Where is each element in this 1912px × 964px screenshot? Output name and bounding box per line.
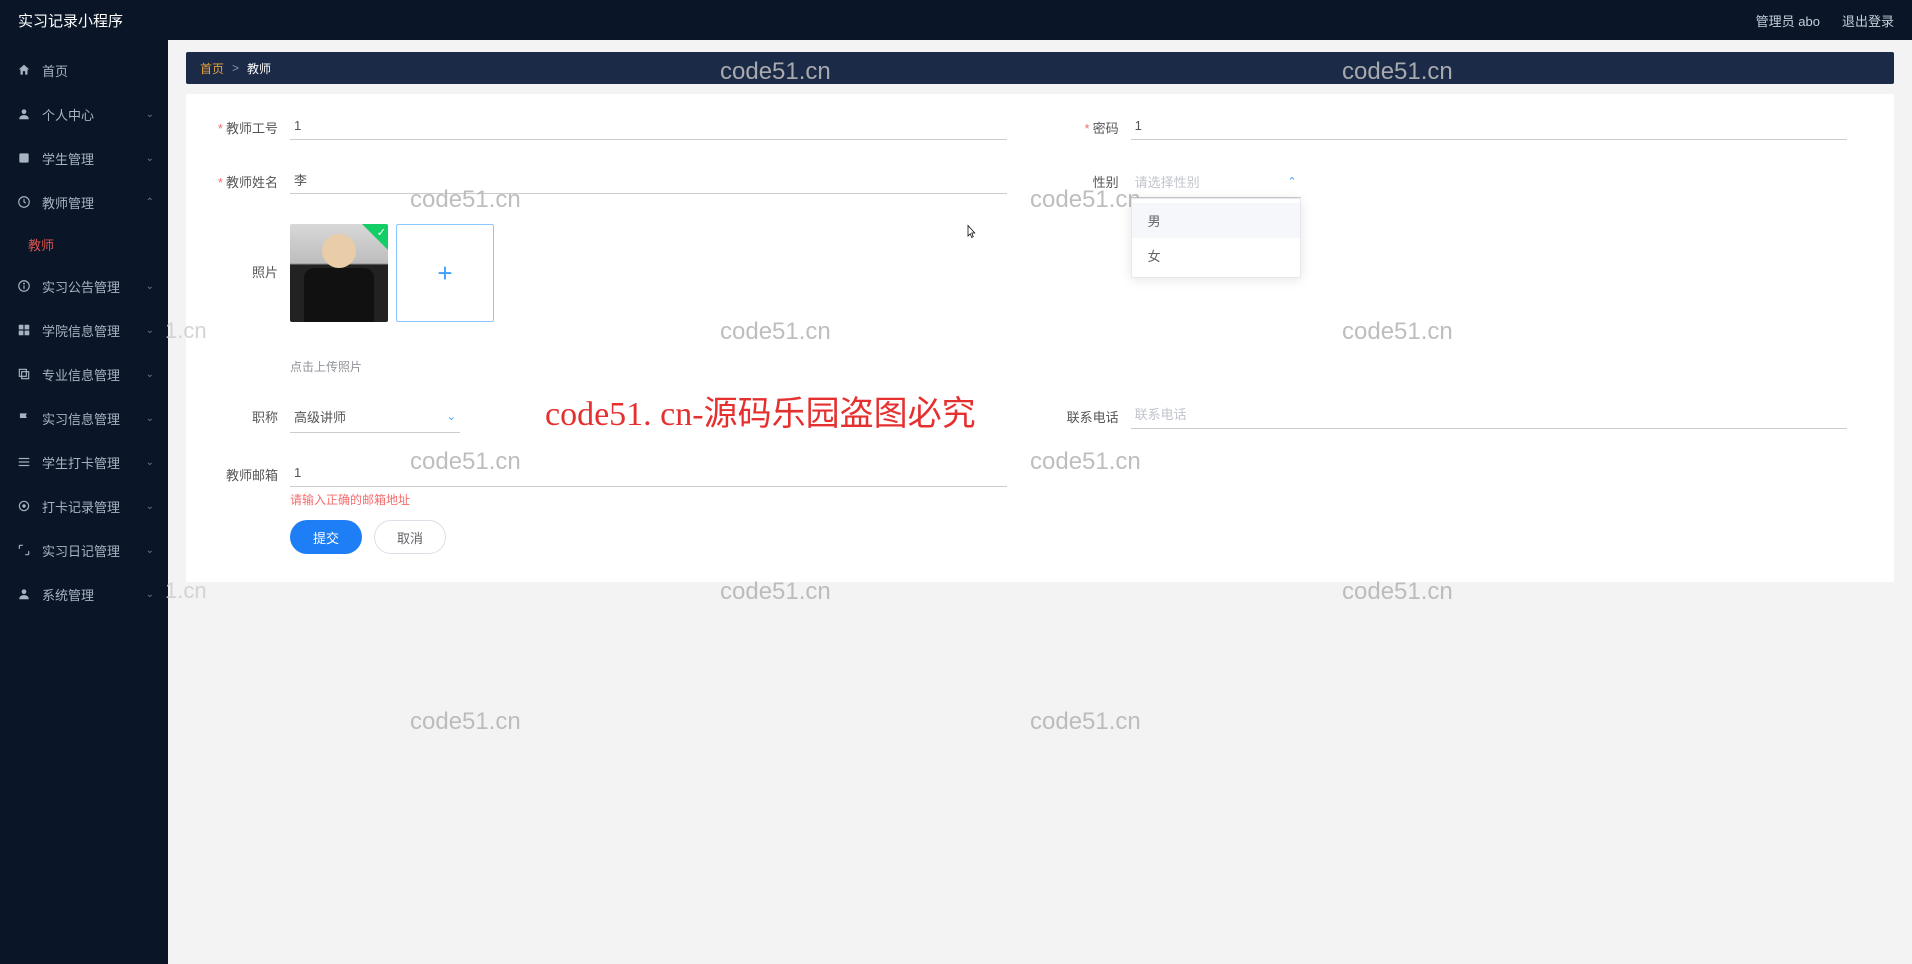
app-title: 实习记录小程序 bbox=[18, 10, 123, 31]
copy-icon bbox=[16, 366, 32, 382]
input-phone[interactable] bbox=[1131, 401, 1848, 429]
nav-college-mgmt[interactable]: 学院信息管理 ⌄ bbox=[0, 308, 168, 352]
sidebar: 首页 个人中心 ⌄ 学生管理 ⌄ 教师管理 ⌃ 教师 实习公告管理 ⌄ 学院信息… bbox=[0, 40, 168, 964]
nav-label: 专业信息管理 bbox=[42, 365, 120, 384]
chevron-down-icon: ⌄ bbox=[146, 501, 154, 512]
breadcrumb-sep: > bbox=[232, 61, 239, 75]
nav-label: 学生管理 bbox=[42, 149, 94, 168]
chevron-down-icon: ⌄ bbox=[146, 325, 154, 336]
field-gender: 性别 请选择性别 ⌃ 男 女 bbox=[1047, 166, 1848, 198]
clock-icon bbox=[16, 194, 32, 210]
label-title: 职称 bbox=[206, 401, 278, 426]
nav-label: 个人中心 bbox=[42, 105, 94, 124]
uploaded-photo[interactable] bbox=[290, 224, 388, 322]
user-icon bbox=[16, 586, 32, 602]
field-password: *密码 bbox=[1047, 112, 1848, 140]
home-icon bbox=[16, 62, 32, 78]
submit-button[interactable]: 提交 bbox=[290, 520, 362, 554]
dropdown-option-male[interactable]: 男 bbox=[1132, 203, 1300, 238]
current-user[interactable]: 管理员 abo bbox=[1756, 11, 1820, 30]
breadcrumb-home[interactable]: 首页 bbox=[200, 60, 224, 77]
nav-checkin-mgmt[interactable]: 学生打卡管理 ⌄ bbox=[0, 440, 168, 484]
field-teacher-name: *教师姓名 bbox=[206, 166, 1007, 194]
input-password[interactable] bbox=[1131, 112, 1848, 140]
logout-link[interactable]: 退出登录 bbox=[1842, 11, 1894, 30]
nav-diary-mgmt[interactable]: 实习日记管理 ⌄ bbox=[0, 528, 168, 572]
folder-icon bbox=[16, 150, 32, 166]
nav-label: 系统管理 bbox=[42, 585, 94, 604]
list-icon bbox=[16, 454, 32, 470]
breadcrumb: 首页 > 教师 bbox=[186, 52, 1894, 84]
label-teacher-id: *教师工号 bbox=[206, 112, 278, 137]
photo-hint: 点击上传照片 bbox=[290, 358, 1007, 375]
dropdown-option-female[interactable]: 女 bbox=[1132, 238, 1300, 273]
chevron-up-icon: ⌃ bbox=[1287, 175, 1296, 188]
user-icon bbox=[16, 106, 32, 122]
select-title[interactable]: 高级讲师 ⌄ bbox=[290, 401, 460, 433]
label-teacher-name: *教师姓名 bbox=[206, 166, 278, 191]
nav-label: 实习日记管理 bbox=[42, 541, 120, 560]
plus-icon: + bbox=[437, 258, 452, 289]
chevron-down-icon: ⌄ bbox=[146, 589, 154, 600]
topbar-right: 管理员 abo 退出登录 bbox=[1756, 11, 1894, 30]
chevron-down-icon: ⌄ bbox=[146, 281, 154, 292]
nav-label: 打卡记录管理 bbox=[42, 497, 120, 516]
nav-intern-info-mgmt[interactable]: 实习信息管理 ⌄ bbox=[0, 396, 168, 440]
chevron-down-icon: ⌄ bbox=[146, 413, 154, 424]
label-phone: 联系电话 bbox=[1047, 401, 1119, 426]
breadcrumb-current: 教师 bbox=[247, 60, 271, 77]
chevron-down-icon: ⌄ bbox=[146, 457, 154, 468]
label-gender: 性别 bbox=[1047, 166, 1119, 191]
nav-major-mgmt[interactable]: 专业信息管理 ⌄ bbox=[0, 352, 168, 396]
field-email: 教师邮箱 请输入正确的邮箱地址 bbox=[206, 459, 1007, 508]
input-teacher-name[interactable] bbox=[290, 166, 1007, 194]
nav-label: 实习公告管理 bbox=[42, 277, 120, 296]
nav-label: 实习信息管理 bbox=[42, 409, 120, 428]
expand-icon bbox=[16, 542, 32, 558]
nav-system-mgmt[interactable]: 系统管理 ⌄ bbox=[0, 572, 168, 616]
nav-personal-center[interactable]: 个人中心 ⌄ bbox=[0, 92, 168, 136]
chevron-down-icon: ⌄ bbox=[146, 369, 154, 380]
field-title: 职称 高级讲师 ⌄ bbox=[206, 401, 1007, 433]
input-email[interactable] bbox=[290, 459, 1007, 487]
label-password: *密码 bbox=[1047, 112, 1119, 137]
chevron-down-icon: ⌄ bbox=[447, 410, 456, 423]
field-photo: 照片 + 点击上传照片 bbox=[206, 224, 1007, 375]
check-icon bbox=[362, 224, 388, 250]
email-error: 请输入正确的邮箱地址 bbox=[290, 491, 1007, 508]
label-photo: 照片 bbox=[206, 224, 278, 281]
nav-label: 教师管理 bbox=[42, 193, 94, 212]
info-icon bbox=[16, 278, 32, 294]
nav-teacher-mgmt[interactable]: 教师管理 ⌃ bbox=[0, 180, 168, 224]
select-gender[interactable]: 请选择性别 ⌃ bbox=[1131, 166, 1301, 198]
input-teacher-id[interactable] bbox=[290, 112, 1007, 140]
form-actions: 提交 取消 bbox=[206, 520, 1874, 554]
dropdown-gender: 男 女 bbox=[1131, 198, 1301, 278]
field-phone: 联系电话 bbox=[1047, 401, 1848, 429]
nav-notice-mgmt[interactable]: 实习公告管理 ⌄ bbox=[0, 264, 168, 308]
chevron-down-icon: ⌄ bbox=[146, 109, 154, 120]
chevron-up-icon: ⌃ bbox=[146, 197, 154, 208]
topbar: 实习记录小程序 管理员 abo 退出登录 bbox=[0, 0, 1912, 40]
field-teacher-id: *教师工号 bbox=[206, 112, 1007, 140]
nav-student-mgmt[interactable]: 学生管理 ⌄ bbox=[0, 136, 168, 180]
main-content: 首页 > 教师 *教师工号 *密码 bbox=[168, 40, 1912, 964]
cancel-button[interactable]: 取消 bbox=[374, 520, 446, 554]
nav-sub-teacher[interactable]: 教师 bbox=[0, 224, 168, 264]
nav-label: 学院信息管理 bbox=[42, 321, 120, 340]
target-icon bbox=[16, 498, 32, 514]
grid-icon bbox=[16, 322, 32, 338]
chevron-down-icon: ⌄ bbox=[146, 545, 154, 556]
flag-icon bbox=[16, 410, 32, 426]
nav-checkin-record-mgmt[interactable]: 打卡记录管理 ⌄ bbox=[0, 484, 168, 528]
nav-label: 首页 bbox=[42, 61, 68, 80]
nav-label: 学生打卡管理 bbox=[42, 453, 120, 472]
form-card: *教师工号 *密码 *教师姓名 bbox=[186, 94, 1894, 582]
nav-home[interactable]: 首页 bbox=[0, 48, 168, 92]
select-title-value: 高级讲师 bbox=[294, 407, 346, 426]
select-gender-value: 请选择性别 bbox=[1135, 172, 1200, 191]
label-email: 教师邮箱 bbox=[206, 459, 278, 484]
chevron-down-icon: ⌄ bbox=[146, 153, 154, 164]
add-photo-button[interactable]: + bbox=[396, 224, 494, 322]
